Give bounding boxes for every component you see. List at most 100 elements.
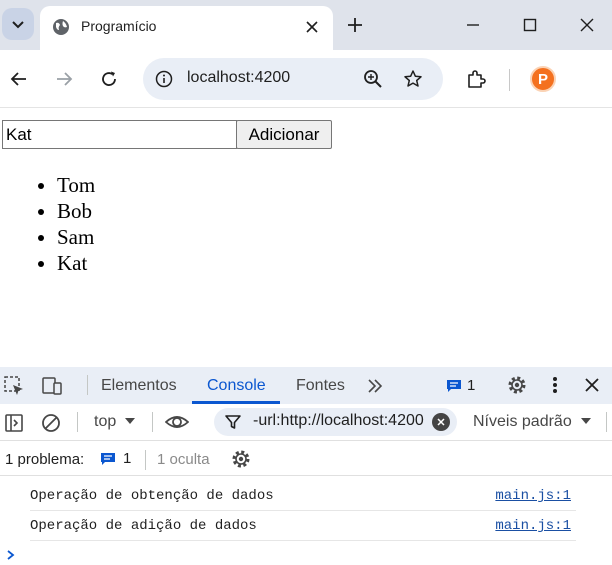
tab-console[interactable]: Console [207, 377, 266, 395]
message-counter[interactable]: 1 [446, 377, 475, 394]
profile-avatar[interactable]: P [530, 66, 556, 92]
issues-label: 1 problema: [5, 451, 85, 468]
browser-tab[interactable]: Programício [40, 6, 333, 50]
minimize-icon [467, 24, 479, 26]
close-icon [437, 418, 445, 426]
context-selector[interactable]: top [94, 413, 116, 431]
site-info-icon [155, 70, 173, 88]
gear-icon [508, 376, 526, 394]
star-icon [404, 70, 422, 87]
address-url: localhost:4200 [187, 69, 291, 86]
back-icon [10, 72, 26, 86]
console-log-row: Operação de obtenção de dados main.js:1 [30, 481, 576, 511]
clear-icon [42, 414, 60, 432]
live-expression-button[interactable] [165, 410, 189, 434]
browser-toolbar: localhost:4200 P [0, 50, 612, 108]
back-button[interactable] [7, 67, 31, 91]
filter-separator [77, 412, 78, 432]
more-tabs-button[interactable] [363, 374, 387, 398]
inspect-element-button[interactable] [2, 374, 26, 398]
tab-close-button[interactable] [303, 18, 321, 36]
devtools-tabbar: Elementos Console Fontes 1 [0, 367, 612, 404]
reload-button[interactable] [97, 67, 121, 91]
forward-icon [57, 72, 73, 86]
console-settings-button[interactable] [229, 447, 253, 471]
log-message: Operação de adição de dados [30, 518, 257, 534]
new-tab-button[interactable] [343, 13, 367, 37]
tab-elements[interactable]: Elementos [101, 377, 177, 395]
devtools-panel: Elementos Console Fontes 1 top -url:http… [0, 367, 612, 565]
double-chevron-icon [368, 379, 383, 393]
console-log-row: Operação de adição de dados main.js:1 [30, 511, 576, 541]
page-content: Adicionar Tom Bob Sam Kat [0, 109, 612, 367]
window-close-button[interactable] [575, 13, 599, 37]
issues-count: 1 [123, 450, 132, 467]
name-input[interactable] [2, 120, 237, 149]
list-item: Sam [57, 224, 95, 250]
zoom-icon [364, 70, 382, 88]
filter-separator [152, 412, 153, 432]
devtools-close-button[interactable] [580, 373, 604, 397]
minimize-button[interactable] [461, 13, 485, 37]
log-source-link[interactable]: main.js:1 [495, 488, 571, 504]
clear-console-button[interactable] [39, 411, 63, 435]
inspect-icon [4, 376, 23, 395]
extensions-button[interactable] [464, 67, 488, 91]
filter-text: -url:http://localhost:4200 [253, 412, 424, 429]
log-levels-dropdown[interactable]: Níveis padrão [473, 413, 572, 431]
close-icon [306, 21, 318, 33]
toolbar-separator [509, 69, 510, 91]
tab-search-button[interactable] [2, 8, 34, 40]
kebab-menu-icon [553, 377, 557, 393]
zoom-button[interactable] [361, 67, 385, 91]
tab-sources[interactable]: Fontes [296, 377, 345, 395]
maximize-button[interactable] [518, 13, 542, 37]
tab-strip: Programício [0, 0, 612, 50]
log-message: Operação de obtenção de dados [30, 488, 274, 504]
issues-bar: 1 problema: 1 1 oculta [0, 442, 612, 476]
maximize-icon [523, 18, 537, 32]
sidebar-icon [5, 414, 23, 432]
devtools-menu-button[interactable] [543, 373, 567, 397]
list-item: Bob [57, 198, 95, 224]
caret-down-icon [125, 418, 135, 424]
list-item: Tom [57, 172, 95, 198]
eye-icon [165, 416, 189, 428]
plus-icon [348, 18, 362, 32]
names-list: Tom Bob Sam Kat [57, 172, 95, 276]
filter-clear-button[interactable] [432, 413, 450, 431]
window-close-icon [580, 18, 594, 32]
console-prompt[interactable] [6, 549, 16, 565]
address-bar[interactable]: localhost:4200 [143, 58, 443, 100]
devtools-settings-button[interactable] [505, 373, 529, 397]
console-filter-bar: top -url:http://localhost:4200 Níveis pa… [0, 404, 612, 441]
tab-title: Programício [81, 18, 157, 34]
prompt-chevron-icon [7, 550, 15, 560]
message-icon [447, 379, 461, 392]
close-icon [585, 378, 599, 392]
message-count: 1 [467, 377, 476, 394]
site-info-button[interactable] [153, 68, 175, 90]
filter-icon [225, 415, 241, 429]
add-button[interactable]: Adicionar [236, 120, 332, 149]
list-item: Kat [57, 250, 95, 276]
console-filter-input[interactable]: -url:http://localhost:4200 [214, 408, 457, 436]
issues-count-button[interactable]: 1 [100, 450, 131, 467]
devtools-divider [87, 375, 88, 395]
issues-separator [145, 450, 146, 470]
device-toolbar-button[interactable] [40, 374, 64, 398]
hidden-issues-label: 1 oculta [157, 451, 210, 468]
sidebar-toggle-button[interactable] [2, 411, 26, 435]
caret-down-icon [581, 418, 591, 424]
tab-search-icon [12, 21, 24, 29]
filter-separator [606, 412, 607, 432]
device-icon [42, 377, 62, 395]
message-icon [101, 452, 115, 465]
reload-icon [102, 71, 116, 86]
globe-icon [53, 19, 69, 35]
gear-icon [232, 450, 250, 468]
extensions-icon [468, 70, 486, 88]
log-source-link[interactable]: main.js:1 [495, 518, 571, 534]
forward-button[interactable] [52, 67, 76, 91]
bookmark-star-button[interactable] [401, 67, 425, 91]
